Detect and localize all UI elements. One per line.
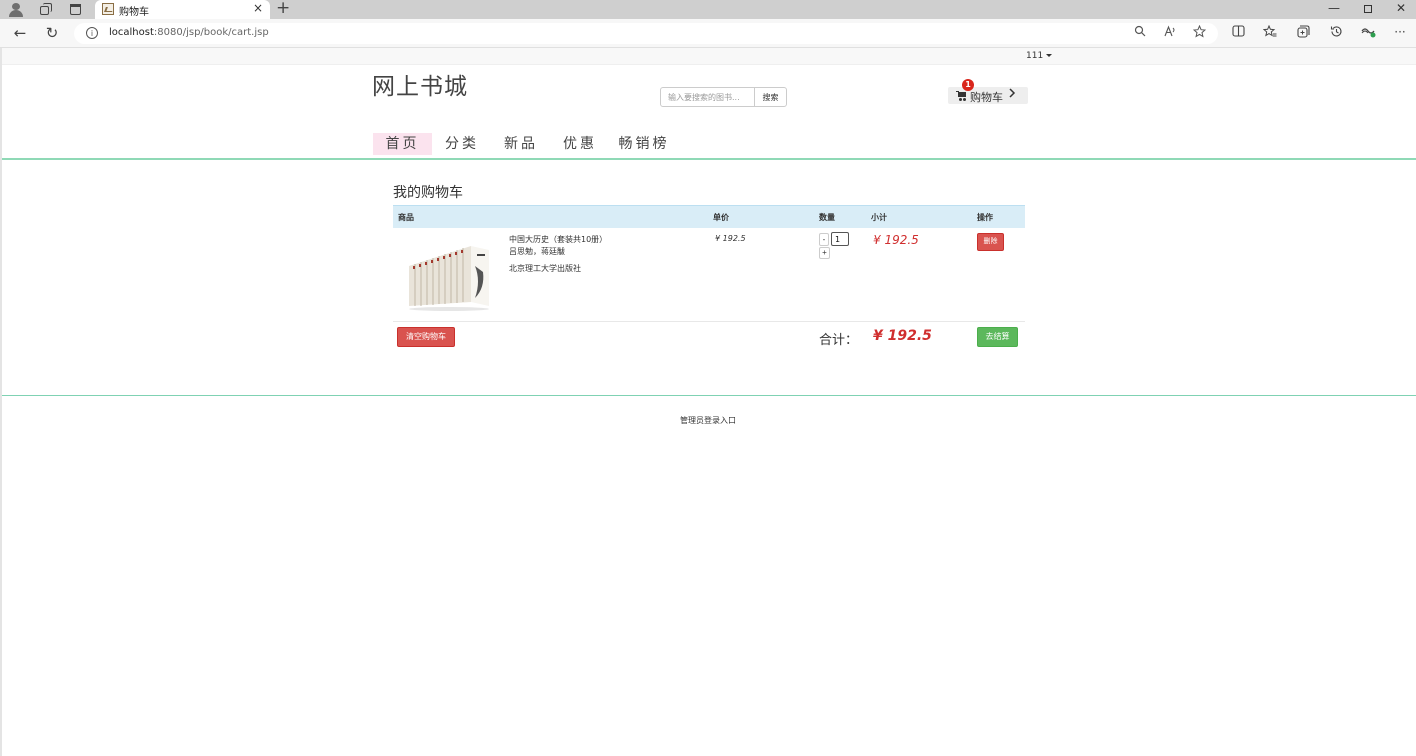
more-options-icon[interactable]: ···	[1390, 25, 1410, 39]
checkout-button[interactable]: 去结算	[977, 327, 1018, 347]
back-icon[interactable]: ←	[10, 24, 30, 42]
nav-item-category[interactable]: 分类	[435, 133, 489, 155]
url-field[interactable]: i localhost:8080/jsp/book/cart.jsp	[74, 23, 1218, 44]
column-header-subtotal: 小计	[871, 213, 887, 222]
minimize-icon[interactable]: —	[1324, 1, 1344, 15]
nav-item-discount[interactable]: 优惠	[553, 133, 607, 155]
extension-icon[interactable]	[1358, 25, 1378, 41]
page-left-edge	[0, 48, 2, 756]
shopping-cart-icon	[956, 90, 967, 101]
site-info-icon[interactable]: i	[86, 27, 98, 39]
cart-heading: 我的购物车	[393, 185, 463, 201]
tab-title: 购物车	[119, 7, 149, 18]
table-row: 中国大历史（套装共10册） 吕思勉，蒋廷黻 北京理工大学出版社 ¥ 192.5 …	[393, 228, 1025, 322]
caret-down-icon	[1046, 54, 1053, 57]
chevron-right-icon	[1008, 87, 1016, 102]
profile-icon[interactable]	[8, 2, 24, 17]
quantity-decrease-button[interactable]: -	[819, 233, 829, 246]
book-publisher: 北京理工大学出版社	[509, 264, 581, 273]
favorites-icon[interactable]	[1260, 24, 1280, 41]
column-header-quantity: 数量	[819, 213, 835, 222]
total-value: ¥ 192.5	[873, 328, 932, 344]
nav-item-bestseller[interactable]: 畅销榜	[612, 133, 676, 155]
nav-item-new[interactable]: 新品	[494, 133, 548, 155]
item-subtotal: ¥ 192.5	[873, 233, 919, 247]
history-icon[interactable]	[1326, 25, 1346, 41]
site-title[interactable]: 网上书城	[372, 67, 468, 101]
quantity-input[interactable]	[831, 232, 849, 246]
column-header-price: 单价	[713, 213, 729, 222]
book-cover-image[interactable]	[405, 236, 491, 312]
table-header: 商品 单价 数量 小计 操作	[393, 205, 1025, 228]
new-tab-icon[interactable]: +	[276, 0, 290, 18]
nav-item-home[interactable]: 首页	[373, 133, 432, 155]
page-favicon-icon	[102, 3, 114, 15]
reload-icon[interactable]: ↻	[42, 24, 62, 42]
url-text: localhost:8080/jsp/book/cart.jsp	[109, 27, 269, 38]
column-header-product: 商品	[398, 213, 414, 222]
nav-divider	[2, 158, 1416, 160]
zoom-icon[interactable]	[1131, 25, 1149, 40]
clear-cart-button[interactable]: 清空购物车	[397, 327, 455, 347]
workspaces-icon[interactable]	[37, 2, 53, 17]
read-aloud-icon[interactable]	[1161, 25, 1179, 40]
book-title[interactable]: 中国大历史（套装共10册）	[509, 234, 607, 245]
search-button[interactable]: 搜索	[754, 87, 787, 107]
book-author: 吕思勉，蒋廷黻	[509, 247, 565, 256]
admin-login-link[interactable]: 管理员登录入口	[680, 415, 736, 426]
user-menu[interactable]: 111	[1026, 51, 1053, 61]
cart-button[interactable]: 1 购物车	[948, 79, 1028, 104]
browser-tab-bar: 购物车 × + — ✕	[0, 0, 1416, 19]
window-close-icon[interactable]: ✕	[1391, 1, 1411, 15]
split-screen-icon[interactable]	[1228, 25, 1248, 40]
total-label: 合计：	[819, 333, 859, 348]
column-header-action: 操作	[977, 213, 993, 222]
favorite-star-icon[interactable]	[1190, 24, 1208, 41]
top-user-strip: 111	[2, 48, 1416, 65]
tab-actions-icon[interactable]	[68, 2, 84, 17]
delete-item-button[interactable]: 删除	[977, 233, 1004, 251]
restore-icon[interactable]	[1358, 1, 1378, 16]
address-bar-area: ← ↻ i localhost:8080/jsp/book/cart.jsp ·…	[0, 19, 1416, 48]
tab-close-icon[interactable]: ×	[253, 1, 263, 15]
unit-price: ¥ 192.5	[715, 234, 746, 243]
quantity-increase-button[interactable]: +	[819, 247, 830, 259]
cart-button-label: 购物车	[970, 91, 1003, 104]
collections-icon[interactable]	[1293, 25, 1313, 41]
search-input[interactable]	[660, 87, 755, 107]
browser-tab[interactable]: 购物车 ×	[95, 0, 270, 19]
footer-divider	[2, 395, 1416, 396]
